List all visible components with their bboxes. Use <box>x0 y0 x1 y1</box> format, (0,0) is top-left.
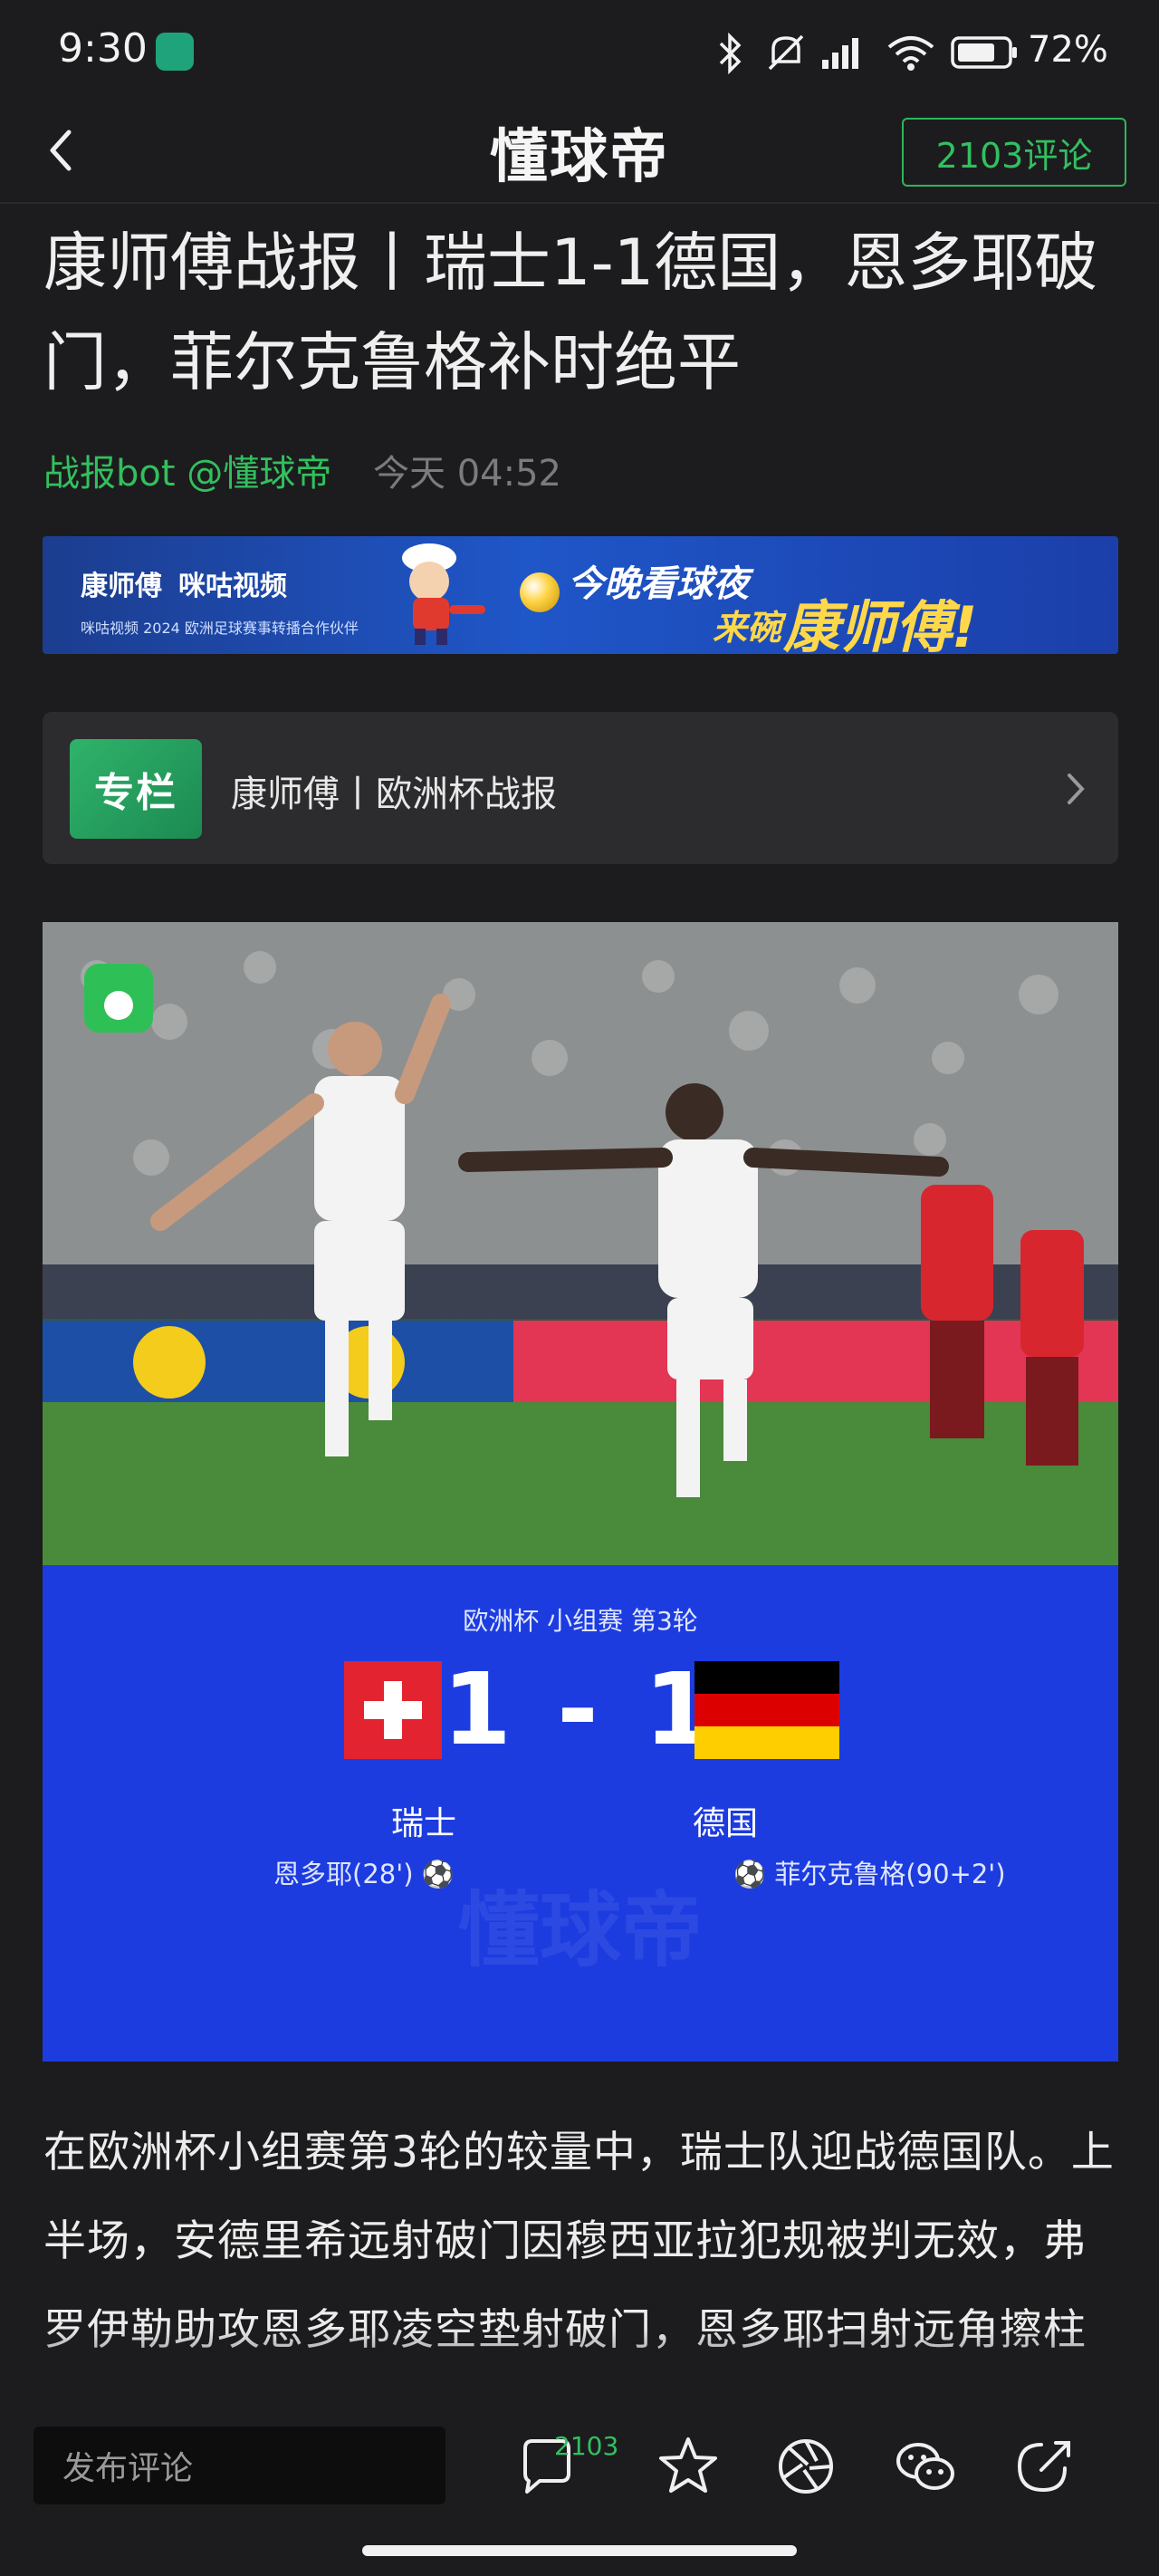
home-indicator[interactable] <box>362 2545 797 2556</box>
column-label: 康师傅丨欧洲杯战报 <box>231 774 557 815</box>
match-score: 1 - 1 <box>442 1651 719 1767</box>
home-scorer: 恩多耶(28') ⚽ <box>273 1859 455 1889</box>
camera-aperture-icon[interactable] <box>771 2432 840 2501</box>
home-team-name: 瑞士 <box>391 1805 457 1842</box>
article-author[interactable]: 战报bot @懂球帝 <box>43 444 331 496</box>
ad-tagline-2: 来碗 <box>713 608 782 648</box>
column-badge: 专栏 <box>70 739 202 839</box>
chevron-right-icon <box>1068 774 1085 804</box>
article-title: 康师傅战报丨瑞士1-1德国，恩多耶破门，菲尔克鲁格补时绝平 <box>43 226 1098 399</box>
ad-mascot-image <box>402 543 485 645</box>
status-bar: 9:30 72% <box>0 0 1159 104</box>
match-round: 欧洲杯 小组赛 第3轮 <box>463 1606 698 1636</box>
ad-football-icon <box>520 572 560 612</box>
ad-subtitle: 咪咕视频 2024 欧洲足球赛事转播合作伙伴 <box>81 620 359 637</box>
germany-flag-icon <box>694 1661 839 1759</box>
ad-brand-logo: 康师傅 <box>81 571 162 602</box>
score-card: 懂球帝 欧洲杯 小组赛 第3轮 1 - 1 瑞士 德国 恩多耶(28') ⚽ ⚽… <box>43 1565 1118 2062</box>
away-scorer: ⚽ 菲尔克鲁格(90+2') <box>733 1859 1006 1889</box>
comments-button[interactable]: 2103评论 <box>902 118 1126 187</box>
ad-banner[interactable]: 康师傅 咪咕视频 咪咕视频 2024 欧洲足球赛事转播合作伙伴 今晚看球夜 来碗… <box>43 536 1118 654</box>
star-icon[interactable] <box>654 2432 723 2501</box>
signal-icon <box>822 38 858 69</box>
match-photo[interactable] <box>43 922 1118 1565</box>
battery-icon <box>951 36 1017 69</box>
bluetooth-icon <box>719 33 742 74</box>
header-divider <box>0 202 1159 204</box>
share-icon[interactable] <box>1009 2432 1078 2501</box>
battery-percent: 72% <box>1028 29 1108 71</box>
app-notification-icon <box>156 33 194 71</box>
column-card[interactable]: 专栏 康师傅丨欧洲杯战报 <box>43 712 1118 864</box>
status-time: 9:30 <box>58 25 148 72</box>
wifi-icon <box>887 36 934 71</box>
away-team-name: 德国 <box>693 1805 759 1842</box>
article-time: 今天 04:52 <box>373 453 561 495</box>
ad-tagline-brand: 康师傅! <box>783 594 978 654</box>
ad-partner-logo: 咪咕视频 <box>178 571 287 602</box>
comment-count-badge: 2103 <box>554 2431 619 2461</box>
mute-icon <box>768 34 804 71</box>
match-photo-illustration <box>43 922 1118 1565</box>
wechat-icon[interactable] <box>891 2432 960 2501</box>
comment-input[interactable]: 发布评论 <box>34 2427 445 2504</box>
